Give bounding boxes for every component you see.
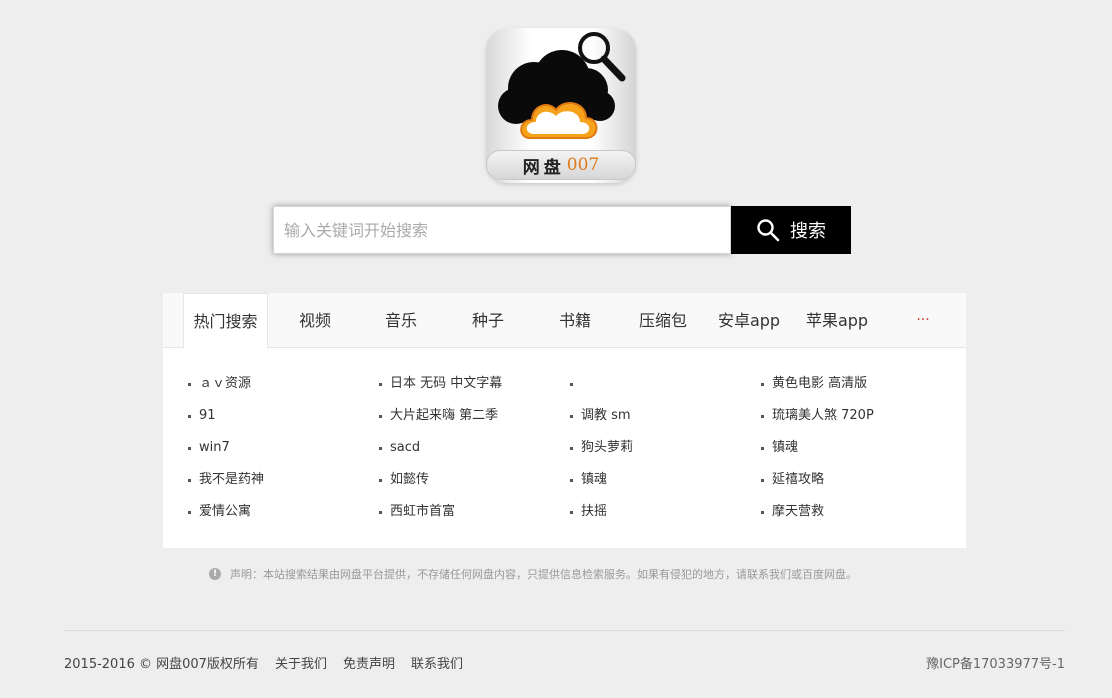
footer-left: 2015-2016 © 网盘007版权所有 关于我们 免责声明 联系我们: [64, 653, 479, 672]
bullet: [379, 478, 382, 482]
hot-search-text: 大片起来嗨 第二季: [390, 408, 499, 423]
hot-column: ａｖ资源 91 win7 我不是药神 爱情公寓: [188, 368, 378, 528]
hot-search-item[interactable]: 调教 sm: [570, 400, 760, 432]
hot-search-text: sacd: [390, 440, 421, 455]
hot-column: 黄色电影 高清版 琉璃美人煞 720P 镇魂 延禧攻略 摩天营救: [761, 368, 951, 528]
hot-search-item[interactable]: 镇魂: [570, 464, 760, 496]
icp-record-link[interactable]: 豫ICP备17033977号-1: [926, 653, 1065, 672]
hot-search-text: 西虹市首富: [390, 504, 456, 519]
hot-search-item[interactable]: 延禧攻略: [761, 464, 951, 496]
hot-search-text: 日本 无码 中文字幕: [390, 376, 503, 391]
search-button-label: 搜索: [790, 221, 826, 242]
category-tabs: 热门搜索 视频 音乐 种子 书籍 压缩包 安卓app 苹果app ···: [163, 293, 966, 349]
hot-search-item[interactable]: [570, 368, 760, 400]
hot-search-text: 狗头萝莉: [581, 440, 634, 455]
tab-torrent[interactable]: 种子: [458, 293, 518, 348]
bullet: [188, 382, 191, 386]
hot-search-text: ａｖ资源: [199, 376, 252, 391]
hot-search-text: 爱情公寓: [199, 504, 252, 519]
hot-search-text: 调教 sm: [581, 408, 631, 423]
hot-search-item[interactable]: win7: [188, 432, 378, 464]
hot-search-text: 镇魂: [772, 440, 799, 455]
hot-search-text: 黄色电影 高清版: [772, 376, 868, 391]
tab-video[interactable]: 视频: [285, 293, 345, 348]
cloud-search-icon: [498, 32, 626, 139]
disclaimer-text: 声明：本站搜索结果由网盘平台提供，不存储任何网盘内容，只提供信息检索服务。如果有…: [230, 568, 857, 581]
tab-hot-search[interactable]: 热门搜索: [183, 293, 268, 349]
bullet: [188, 446, 191, 450]
bullet: [570, 478, 573, 482]
hot-search-text: 摩天营救: [772, 504, 825, 519]
bullet: [570, 414, 573, 418]
hot-search-item[interactable]: 黄色电影 高清版: [761, 368, 951, 400]
disclaimer-link[interactable]: 免责声明: [343, 653, 395, 672]
hot-search-text: 91: [199, 408, 216, 423]
hot-search-item[interactable]: 琉璃美人煞 720P: [761, 400, 951, 432]
hot-search-item[interactable]: 如懿传: [379, 464, 569, 496]
logo-number: 007: [566, 155, 600, 175]
bullet: [570, 446, 573, 450]
bullet: [761, 382, 764, 386]
bullet: [570, 382, 573, 386]
hot-search-item[interactable]: 爱情公寓: [188, 496, 378, 528]
hot-search-item[interactable]: 镇魂: [761, 432, 951, 464]
bullet: [188, 414, 191, 418]
copyright-text: 2015-2016 © 网盘007版权所有: [64, 657, 259, 672]
hot-search-text: 延禧攻略: [772, 472, 825, 487]
search-button[interactable]: 搜索: [731, 206, 851, 254]
hot-search-item[interactable]: ａｖ资源: [188, 368, 378, 400]
hot-search-item[interactable]: 扶摇: [570, 496, 760, 528]
contact-us-link[interactable]: 联系我们: [411, 653, 463, 672]
bullet: [379, 414, 382, 418]
bullet: [761, 446, 764, 450]
hot-column: 日本 无码 中文字幕 大片起来嗨 第二季 sacd 如懿传 西虹市首富: [379, 368, 569, 528]
hot-search-text: 琉璃美人煞 720P: [772, 408, 874, 423]
bullet: [188, 510, 191, 514]
hot-search-item[interactable]: 狗头萝莉: [570, 432, 760, 464]
search-icon: [757, 219, 780, 242]
bullet: [188, 478, 191, 482]
tab-android-app[interactable]: 安卓app: [715, 293, 783, 348]
hot-search-item[interactable]: sacd: [379, 432, 569, 464]
hot-search-item[interactable]: 大片起来嗨 第二季: [379, 400, 569, 432]
info-icon: !: [209, 568, 221, 580]
site-logo[interactable]: 网盘 007: [482, 26, 644, 186]
tab-ios-app[interactable]: 苹果app: [803, 293, 871, 348]
hot-search-text: 镇魂: [581, 472, 608, 487]
bullet: [761, 478, 764, 482]
hot-search-text: 扶摇: [581, 504, 608, 519]
search-bar: 搜索: [273, 206, 851, 254]
logo-plate: 网盘 007: [486, 150, 636, 180]
bullet: [379, 510, 382, 514]
about-us-link[interactable]: 关于我们: [275, 653, 327, 672]
tab-more[interactable]: ···: [908, 293, 938, 348]
hot-search-text: win7: [199, 440, 230, 455]
bullet: [379, 382, 382, 386]
hot-search-item[interactable]: 日本 无码 中文字幕: [379, 368, 569, 400]
bullet: [761, 510, 764, 514]
hot-search-text: 如懿传: [390, 472, 430, 487]
hot-column: 调教 sm 狗头萝莉 镇魂 扶摇: [570, 368, 760, 528]
footer-divider: [64, 630, 1065, 631]
bullet: [761, 414, 764, 418]
hot-search-text: 我不是药神: [199, 472, 265, 487]
category-panel: 热门搜索 视频 音乐 种子 书籍 压缩包 安卓app 苹果app ··· ａｖ资…: [163, 293, 966, 548]
search-input[interactable]: [273, 206, 731, 254]
hot-search-item[interactable]: 摩天营救: [761, 496, 951, 528]
tab-music[interactable]: 音乐: [371, 293, 431, 348]
hot-search-item[interactable]: 我不是药神: [188, 464, 378, 496]
bullet: [379, 446, 382, 450]
hot-search-item[interactable]: 91: [188, 400, 378, 432]
logo-name: 网盘: [522, 157, 565, 178]
hot-search-item[interactable]: 西虹市首富: [379, 496, 569, 528]
bullet: [570, 510, 573, 514]
tab-archive[interactable]: 压缩包: [632, 293, 694, 348]
disclaimer-notice: ! 声明：本站搜索结果由网盘平台提供，不存储任何网盘内容，只提供信息检索服务。如…: [209, 566, 857, 582]
tab-books[interactable]: 书籍: [545, 293, 605, 348]
